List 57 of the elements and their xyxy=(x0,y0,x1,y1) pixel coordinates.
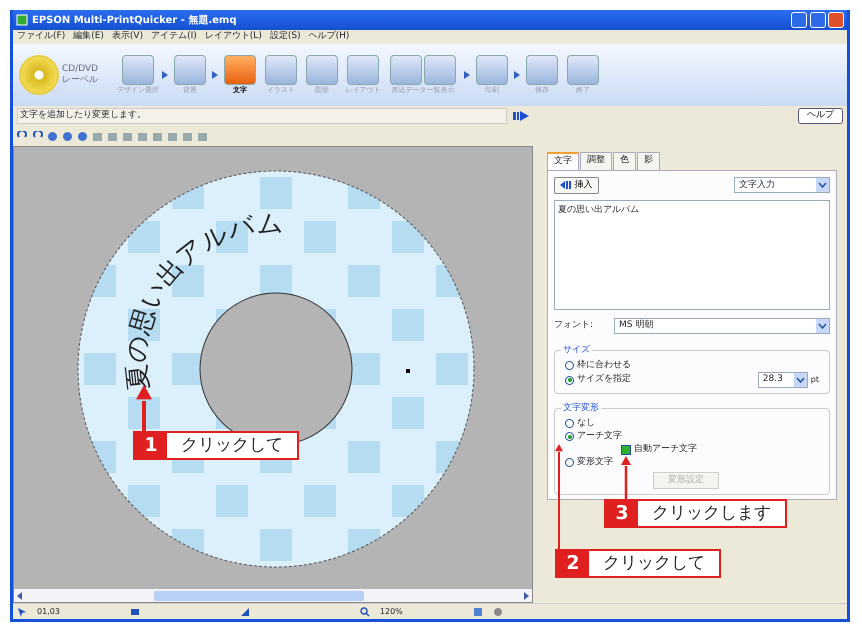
caret-icon xyxy=(816,178,829,192)
callout-label: 1 クリックして xyxy=(133,431,299,460)
minimize-button[interactable] xyxy=(791,12,807,28)
tab[interactable]: 影 xyxy=(637,152,660,170)
font-label: フォント: xyxy=(554,319,594,332)
radio-option[interactable]: サイズを指定 xyxy=(565,374,631,386)
hint-text: 文字を追加したり変更します。 xyxy=(17,108,507,124)
logo-text: CD/DVD xyxy=(62,64,98,75)
callout-label: 2 クリックして xyxy=(555,549,721,578)
menu-item[interactable]: 設定(S) xyxy=(270,30,301,44)
group-title: サイズ xyxy=(561,345,592,356)
radio-option[interactable]: 枠に合わせる xyxy=(565,359,819,372)
pointer-icon xyxy=(17,606,27,616)
radio-option[interactable]: アーチ文字 xyxy=(565,430,819,443)
size-icon xyxy=(130,606,140,616)
scroll-right-icon[interactable] xyxy=(522,592,530,600)
angle-icon xyxy=(240,606,250,616)
tab[interactable]: 色 xyxy=(613,152,636,170)
tab[interactable]: 文字 xyxy=(547,152,579,170)
callout-label: 3 クリックします xyxy=(604,499,787,528)
anchor-point xyxy=(406,369,410,373)
menu-item[interactable]: ファイル(F) xyxy=(17,30,66,44)
play-icon[interactable] xyxy=(513,111,529,121)
menu-item[interactable]: アイテム(I) xyxy=(151,30,197,44)
menu-item[interactable]: 編集(E) xyxy=(73,30,104,44)
caret-icon xyxy=(794,373,807,387)
menu-item[interactable]: レイアウト(L) xyxy=(204,30,262,44)
text-input-field[interactable]: 夏の思い出アルバム xyxy=(554,200,830,310)
window-title: EPSON Multi-PrintQuicker - 無題.emq xyxy=(32,14,237,28)
checkbox-option[interactable]: 自動アーチ文字 xyxy=(621,443,819,456)
tab[interactable]: 調整 xyxy=(580,152,612,170)
menu-item[interactable]: ヘルプ(H) xyxy=(308,30,350,44)
disc-logo-icon xyxy=(19,55,59,95)
radio-option[interactable]: 変形文字 xyxy=(565,456,819,469)
pointer-arrow xyxy=(621,456,631,499)
status-text: 120% xyxy=(380,606,403,618)
logo-text: レーベル xyxy=(62,75,98,86)
scrollbar-thumb[interactable] xyxy=(154,590,364,600)
app-icon xyxy=(16,14,28,26)
zoom-icon xyxy=(360,606,370,616)
radio-option[interactable]: なし xyxy=(565,417,819,430)
menu-item[interactable]: 表示(V) xyxy=(112,30,144,44)
close-button[interactable] xyxy=(828,12,844,28)
group-title: 文字変形 xyxy=(561,403,601,414)
size-dropdown[interactable]: 28.3 xyxy=(758,372,808,388)
caret-icon xyxy=(816,319,829,333)
maximize-button[interactable] xyxy=(810,12,826,28)
font-dropdown[interactable]: MS 明朝 xyxy=(614,318,830,334)
status-text: 01,03 xyxy=(37,606,60,618)
insert-arrow-icon xyxy=(560,181,572,190)
view-icon xyxy=(492,606,503,616)
unit-label: pt xyxy=(810,374,819,386)
help-button[interactable]: ヘルプ xyxy=(798,108,843,124)
input-mode-dropdown[interactable]: 文字入力 xyxy=(734,177,830,194)
scroll-left-icon[interactable] xyxy=(16,592,24,600)
insert-button[interactable]: 挿入 xyxy=(554,176,598,194)
arched-text[interactable]: 夏の思い出アルバム xyxy=(122,208,284,392)
